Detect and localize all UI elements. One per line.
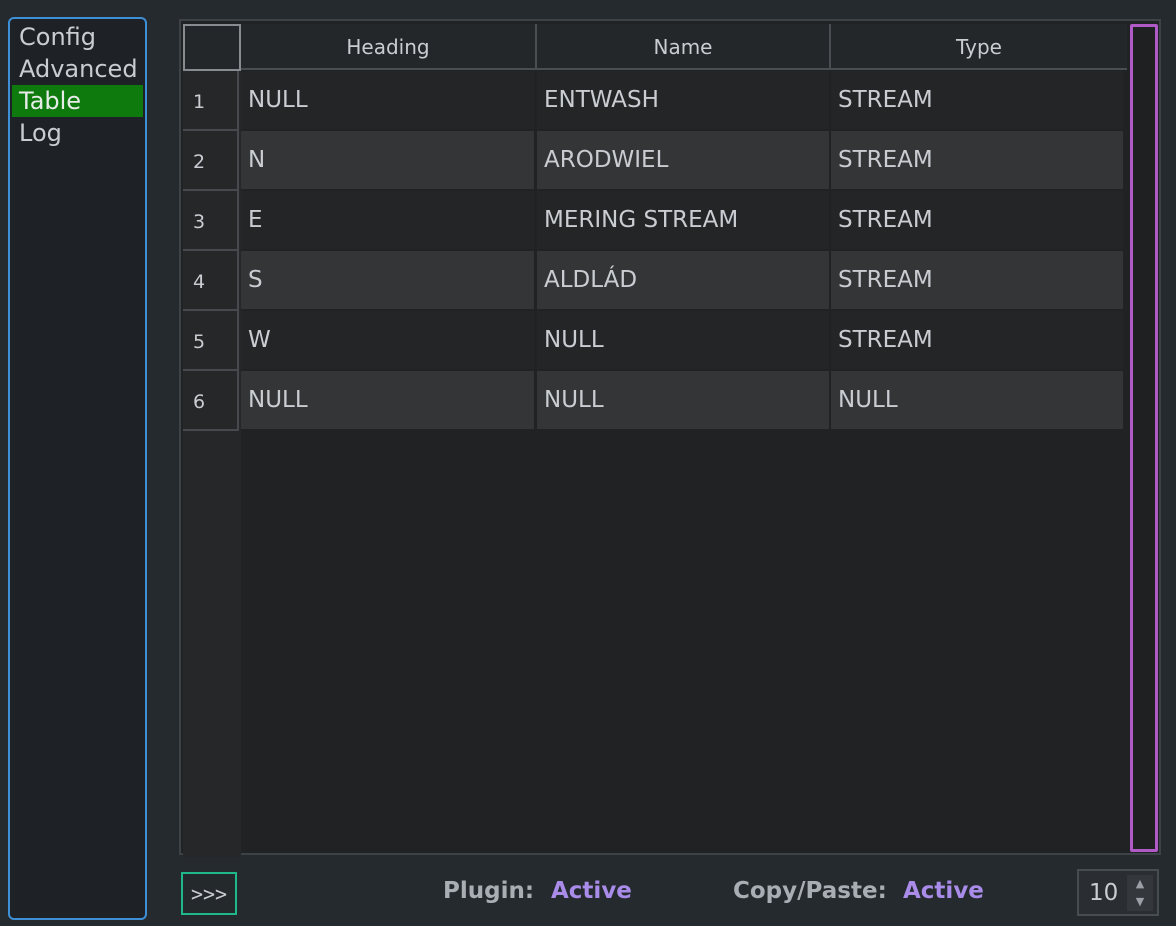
row-header[interactable]: 1 <box>183 71 239 131</box>
spinbox-arrows: ▲ ▼ <box>1127 875 1153 911</box>
table-cell[interactable]: ALDLÁD <box>537 251 829 309</box>
row-header-column: 1 2 3 4 5 6 <box>183 71 241 857</box>
row-header[interactable]: 2 <box>183 131 239 191</box>
sidebar-item-config[interactable]: Config <box>12 21 143 53</box>
row-count-spinbox[interactable]: 10 ▲ ▼ <box>1077 869 1159 916</box>
copypaste-status: Active <box>903 878 984 904</box>
table-cell[interactable]: S <box>241 251 534 309</box>
table-cell[interactable]: NULL <box>537 371 829 429</box>
table-cell[interactable]: MERING STREAM <box>537 191 829 249</box>
table-cell[interactable]: ARODWIEL <box>537 131 829 189</box>
table-cell[interactable]: E <box>241 191 534 249</box>
app-window: Config Advanced Table Log Heading Name T… <box>0 0 1176 926</box>
table-cell[interactable]: STREAM <box>831 71 1123 129</box>
copypaste-label: Copy/Paste: <box>733 878 887 904</box>
table-cell[interactable]: NULL <box>241 371 534 429</box>
column-header-name[interactable]: Name <box>537 24 831 70</box>
row-header[interactable]: 6 <box>183 371 239 431</box>
plugin-status: Active <box>551 878 632 904</box>
spin-up-icon[interactable]: ▲ <box>1127 875 1153 893</box>
plugin-label: Plugin: <box>443 878 535 904</box>
table-cell[interactable]: STREAM <box>831 251 1123 309</box>
table-cell[interactable]: STREAM <box>831 311 1123 369</box>
table-cell[interactable]: W <box>241 311 534 369</box>
sidebar-item-advanced[interactable]: Advanced <box>12 53 143 85</box>
table-cell[interactable]: NULL <box>537 311 829 369</box>
sidebar-item-log[interactable]: Log <box>12 117 143 149</box>
table-cell[interactable]: ENTWASH <box>537 71 829 129</box>
data-table: Heading Name Type 1 2 3 4 5 6 NULL ENTWA… <box>179 19 1161 857</box>
column-header-heading[interactable]: Heading <box>241 24 537 70</box>
vertical-scrollbar[interactable] <box>1130 24 1158 852</box>
spinbox-value[interactable]: 10 <box>1089 871 1118 915</box>
execute-button[interactable]: >>> <box>181 872 237 915</box>
table-cell[interactable]: NULL <box>831 371 1123 429</box>
row-header[interactable]: 3 <box>183 191 239 251</box>
row-header[interactable]: 5 <box>183 311 239 371</box>
table-cell[interactable]: STREAM <box>831 191 1123 249</box>
column-header-type[interactable]: Type <box>831 24 1127 70</box>
row-header[interactable]: 4 <box>183 251 239 311</box>
table-cell[interactable]: STREAM <box>831 131 1123 189</box>
table-cell[interactable]: NULL <box>241 71 534 129</box>
select-all-corner[interactable] <box>183 24 241 71</box>
table-cell[interactable]: N <box>241 131 534 189</box>
sidebar-item-table[interactable]: Table <box>12 85 143 117</box>
spin-down-icon[interactable]: ▼ <box>1127 893 1153 911</box>
sidebar-nav: Config Advanced Table Log <box>8 17 147 920</box>
